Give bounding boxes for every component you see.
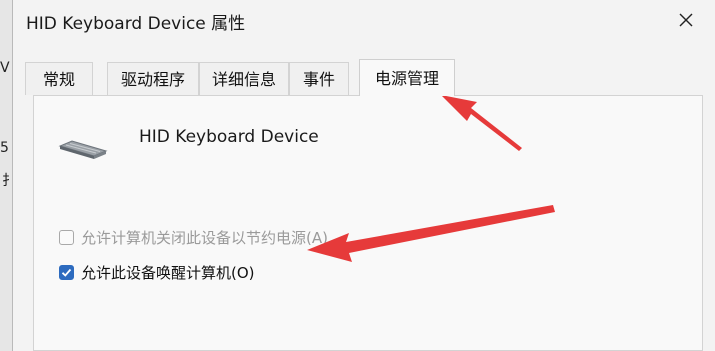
keyboard-icon <box>58 140 108 159</box>
tab-strip: 常规 驱动程序 详细信息 事件 电源管理 <box>25 59 705 96</box>
allow-wake-checkbox[interactable] <box>59 265 74 280</box>
background-text-fragment: 5 <box>0 140 9 156</box>
allow-wake-label: 允许此设备唤醒计算机(O) <box>81 264 255 282</box>
allow-power-off-option: 允许计算机关闭此设备以节约电源(A) <box>59 227 328 248</box>
close-button[interactable] <box>664 0 708 40</box>
allow-power-off-label: 允许计算机关闭此设备以节约电源(A) <box>81 229 328 247</box>
checkmark-icon <box>61 268 72 277</box>
close-icon <box>679 13 693 27</box>
title-bar: HID Keyboard Device 属性 <box>13 0 715 44</box>
allow-wake-option: 允许此设备唤醒计算机(O) <box>59 262 255 283</box>
tab-power-management[interactable]: 电源管理 <box>359 59 455 96</box>
tab-general[interactable]: 常规 <box>25 62 93 95</box>
background-text-fragment: V <box>0 60 10 76</box>
allow-power-off-checkbox[interactable] <box>59 230 74 245</box>
power-management-panel: HID Keyboard Device 允许计算机关闭此设备以节约电源(A) 允… <box>33 95 703 351</box>
window-title: HID Keyboard Device 属性 <box>26 14 246 34</box>
tab-details[interactable]: 详细信息 <box>199 62 289 95</box>
tab-events[interactable]: 事件 <box>289 62 349 95</box>
tab-driver[interactable]: 驱动程序 <box>107 62 199 95</box>
device-properties-dialog: HID Keyboard Device 属性 常规 驱动程序 详细信息 事件 电… <box>12 0 715 351</box>
device-name: HID Keyboard Device <box>139 127 319 147</box>
